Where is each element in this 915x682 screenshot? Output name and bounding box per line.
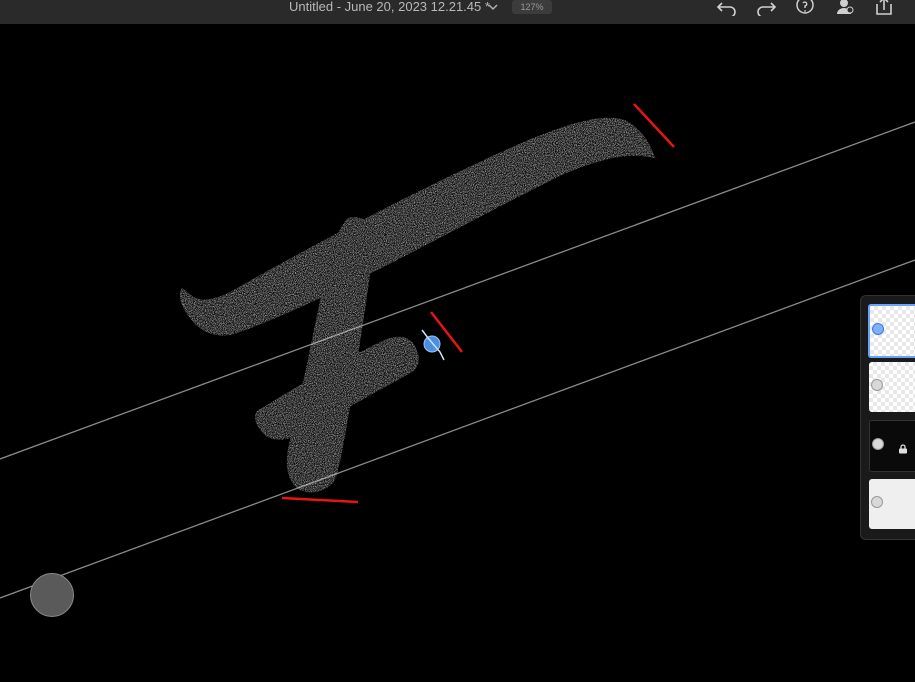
red-marker-bottom [281, 496, 359, 504]
chevron-down-icon[interactable] [486, 1, 500, 15]
layer-thumbnail-1[interactable] [868, 304, 915, 358]
guide-line-lower [0, 259, 915, 599]
pen-cursor-icon [421, 329, 445, 361]
layer-thumbnail-background[interactable] [869, 479, 915, 529]
stroke-top [179, 117, 655, 336]
top-toolbar: Untitled - June 20, 2023 12.21.45 * 127% [0, 0, 915, 24]
document-title[interactable]: Untitled - June 20, 2023 12.21.45 * [289, 0, 490, 14]
layer-visibility-icon[interactable] [871, 379, 883, 391]
help-icon[interactable] [795, 0, 817, 16]
layers-panel [860, 295, 915, 540]
zoom-level[interactable]: 127% [512, 0, 552, 14]
layer-visibility-icon[interactable] [872, 438, 884, 450]
undo-icon[interactable] [716, 0, 738, 16]
layer-visibility-icon[interactable] [872, 323, 884, 335]
lock-icon[interactable] [898, 441, 908, 454]
drawing-canvas[interactable] [0, 24, 915, 682]
floating-round-button[interactable] [30, 573, 74, 617]
account-icon[interactable] [834, 0, 856, 16]
layer-visibility-icon[interactable] [871, 496, 883, 508]
redo-icon[interactable] [755, 0, 777, 16]
share-icon[interactable] [873, 0, 895, 16]
layer-thumbnail-2[interactable] [869, 362, 915, 412]
layer-thumbnail-3[interactable] [869, 420, 915, 472]
